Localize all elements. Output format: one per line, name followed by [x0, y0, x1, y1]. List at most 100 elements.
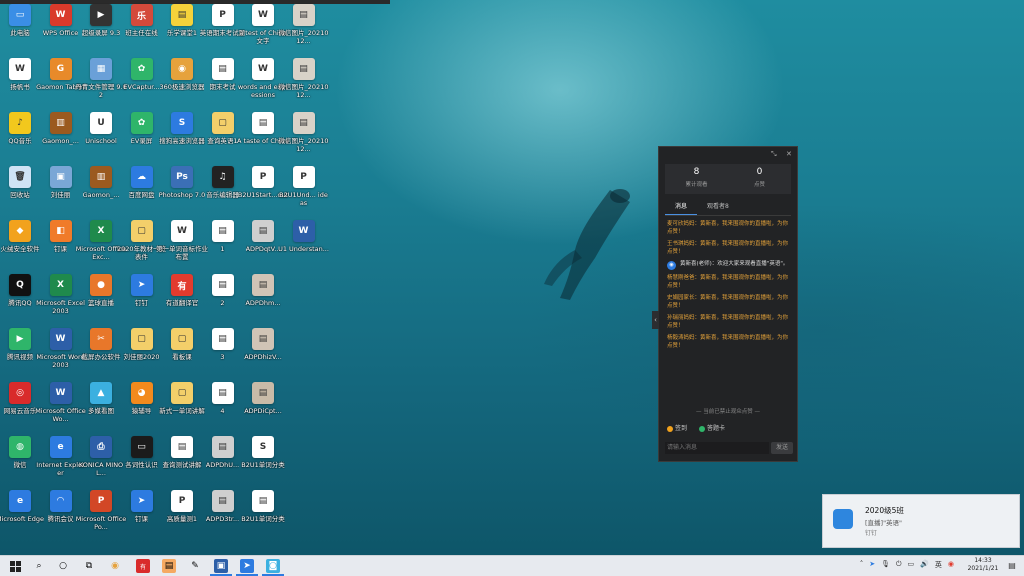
desktop-icon-label: ADPDhizV...	[244, 353, 282, 361]
snip-tool-icon: ✂	[90, 328, 112, 350]
notification-toast[interactable]: 2020级5班 [直播]"英语" 钉钉	[822, 494, 1020, 548]
desktop-icon-label: Unischool	[85, 137, 117, 145]
task-view-button[interactable]: ⧉	[82, 559, 96, 573]
document-icon: ▤	[211, 328, 234, 350]
search-button[interactable]: ⌕	[32, 559, 46, 573]
taskbar-app-youdao[interactable]: 有	[136, 559, 150, 573]
send-button[interactable]: 发送	[771, 442, 793, 454]
desktop-icon-label: U1 Understan...	[278, 245, 329, 253]
folder-icon: ▢	[171, 382, 193, 404]
powerpoint-icon: P	[90, 490, 112, 512]
clock[interactable]: 14:33 2021/1/21	[966, 557, 1000, 573]
pdf-icon: P	[211, 4, 234, 26]
screen-app-icon: ▣	[216, 561, 226, 571]
desktop-icon[interactable]: ▤ B2U1单词分类	[237, 490, 289, 544]
power-icon[interactable]: ⏻	[896, 560, 902, 570]
desktop-icon-label: B2U1Und... ideas	[279, 191, 328, 207]
live-chat-panel: ⤡ ✕ 8 累计观看 0 点赞 消息 观看者8 麦可欣妈妈：黄新喜，我来围观你的…	[652, 146, 798, 462]
archive-icon: ▥	[90, 166, 112, 188]
system-tray: ˄ ➤ 🎙 ⏻ ▭ 🔊 英 ◉	[860, 560, 954, 570]
desktop-icon[interactable]: ▤ 微信图片_2021012...	[278, 4, 330, 58]
desktop-icon-label: 腾讯会议	[47, 515, 74, 523]
taskbar-app-360-browser[interactable]: ◉	[108, 559, 122, 573]
excel-icon: X	[90, 220, 112, 242]
antivirus-icon[interactable]: ◉	[948, 560, 954, 570]
taskbar-app-screen[interactable]: ▣	[214, 559, 228, 573]
image-icon: ▤	[252, 220, 274, 242]
desktop-icon[interactable]: S B2U1单词分类	[237, 436, 289, 490]
microphone-icon[interactable]: 🎙	[881, 560, 890, 570]
cortana-button[interactable]: ○	[56, 559, 70, 573]
image-icon: ▤	[211, 436, 234, 458]
dingtalk-icon: ➤	[130, 490, 153, 512]
windows-icon	[9, 560, 21, 572]
qq-icon: Q	[9, 274, 31, 296]
tab-messages[interactable]: 消息	[665, 201, 698, 215]
desktop-icon[interactable]: ▤ ADPDiCpt...	[237, 382, 289, 436]
stat-likes-value: 0	[756, 167, 763, 177]
volume-icon[interactable]: 🔊	[920, 560, 929, 570]
desktop-icon-label: QQ音乐	[8, 137, 32, 145]
paint-icon: ✎	[191, 561, 199, 571]
file-manager-icon: ▦	[90, 58, 112, 80]
desktop-icon-label: ADPDhm...	[245, 299, 281, 307]
desktop-icon[interactable]: P B2U1Und... ideas	[278, 166, 330, 220]
gaomon-icon: G	[49, 58, 72, 80]
ev-capture-icon: ✿	[130, 58, 153, 80]
clock-date: 2021/1/21	[967, 565, 999, 572]
tab-viewers[interactable]: 观看者8	[697, 201, 739, 215]
desktop-icon[interactable]: ▤ 微信图片_2021012...	[278, 112, 330, 166]
chat-input[interactable]	[665, 442, 769, 454]
network-icon[interactable]: ▭	[908, 560, 915, 570]
image-icon: ▤	[292, 58, 315, 80]
desktop-icon[interactable]: ▤ ADPDhizV...	[237, 328, 289, 382]
desktop-icon[interactable]: W U1 Understan...	[278, 220, 330, 274]
desktop-icon[interactable]: ▤ ADPDhm...	[237, 274, 289, 328]
image-icon: ▤	[292, 4, 315, 26]
taskbar-app-viewer[interactable]: ◙	[266, 559, 280, 573]
desktop-icon[interactable]: ▤ 微信图片_2021012...	[278, 58, 330, 112]
word-icon: W	[49, 328, 72, 350]
document-icon: ▤	[252, 490, 274, 512]
unischool-icon: U	[90, 112, 112, 134]
toast-title: 2020级5班	[865, 506, 904, 515]
desktop-icon-label: ADPD3tr...	[205, 515, 240, 523]
ime-icon[interactable]: 英	[935, 560, 942, 570]
taskbar-app-paint[interactable]: ✎	[188, 559, 202, 573]
browser-360-icon: ◉	[171, 58, 193, 80]
desktop-icon-label: 微信图片_2021012...	[278, 83, 329, 99]
presentation-icon: ▭	[130, 436, 153, 458]
music-editor-icon: ♫	[211, 166, 234, 188]
desktop-icon-label: 百度网盘	[128, 191, 155, 199]
desktop-icon-label: 刘佳丽2020	[123, 353, 160, 361]
word-doc-icon: W	[171, 220, 193, 242]
folder-icon: ▢	[211, 112, 234, 134]
qq-music-icon: ♪	[9, 112, 31, 134]
dingtalk-tray-icon[interactable]: ➤	[869, 560, 875, 570]
netease-music-icon: ◎	[9, 382, 31, 404]
chevron-up-icon[interactable]: ˄	[860, 560, 864, 570]
sogou-browser-icon: S	[171, 112, 193, 134]
desktop-icon-label: 钉课	[135, 515, 148, 523]
message-text: 黄新喜(老师)：欢迎大家来观看直播"英语"。	[680, 261, 789, 267]
toast-detail: 钉钉	[865, 530, 878, 537]
panel-collapse-handle[interactable]: ‹	[652, 311, 659, 329]
desktop-icon-label: 4	[220, 407, 225, 415]
start-button[interactable]	[8, 559, 22, 573]
clock-time: 14:33	[974, 557, 992, 564]
desktop-icon-label: ADPDiCpt...	[244, 407, 282, 415]
taskbar-app-dingtalk[interactable]: ➤	[240, 559, 254, 573]
document-icon: ▤	[211, 220, 234, 242]
answer-card-option[interactable]: 答题卡	[699, 423, 725, 432]
minimize-icon[interactable]: ⤡	[771, 150, 777, 159]
dingtalk-icon: ➤	[243, 561, 251, 571]
taskbar-app-reader[interactable]: ▤	[162, 559, 176, 573]
close-icon[interactable]: ✕	[786, 150, 792, 158]
system-message: ◉ 黄新喜(老师)：欢迎大家来观看直播"英语"。	[667, 261, 791, 270]
action-center-icon[interactable]: ▤	[1006, 560, 1018, 572]
desktop-icon-label: 此电脑	[10, 29, 30, 37]
signin-option[interactable]: 签到	[667, 423, 687, 432]
image-icon: ▤	[252, 274, 274, 296]
computer-icon: ▭	[9, 4, 31, 26]
wechat-icon: ◍	[9, 436, 31, 458]
